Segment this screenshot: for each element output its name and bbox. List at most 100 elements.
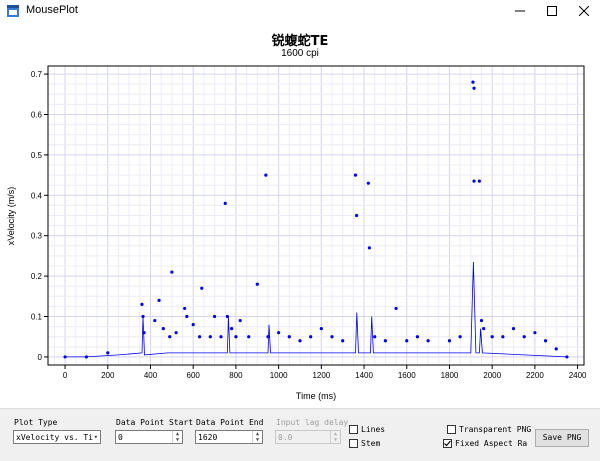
data-point [264,173,268,177]
data-point [223,201,227,205]
stem-checkbox[interactable] [349,439,358,448]
data-point [183,306,187,311]
start-input[interactable]: 0 ▲ ▼ [115,430,183,444]
data-point [225,314,229,319]
data-point [238,318,242,323]
x-tick-label: 1600 [398,371,416,380]
data-point [185,314,189,319]
end-value: 1620 [198,433,218,442]
data-point [266,335,270,339]
plot-type-select[interactable]: xVelocity vs. Ti ▾ [13,430,101,444]
plot-type-label: Plot Type [14,418,58,427]
data-point [255,282,259,286]
data-point [174,331,178,335]
data-point [383,339,388,343]
data-point [533,331,537,335]
y-tick-label: 0 [38,353,43,362]
x-tick-label: 400 [144,371,158,380]
data-point [366,181,370,185]
data-point [472,86,476,90]
data-point [565,355,569,359]
data-point [501,335,505,339]
data-point [490,335,494,339]
x-tick-label: 2000 [483,371,501,380]
axis-ticks: 0 200 400 600 800 1000 1200 1400 1600 1800 2000 220… [31,70,587,380]
stem-label: Stem [361,439,381,448]
data-point [168,335,172,339]
data-point [447,339,452,343]
lag-label: Input lag delay [276,418,349,427]
data-point [287,335,291,339]
end-label: Data Point End [196,418,264,427]
data-point [479,318,484,323]
x-tick-label: 2200 [526,371,544,380]
y-tick-label: 0.1 [31,313,43,322]
x-tick-label: 1800 [441,371,459,380]
data-point [309,335,313,339]
data-point [247,335,251,339]
y-tick-label: 0.5 [31,151,43,160]
end-input[interactable]: 1620 ▲ ▼ [195,430,263,444]
data-point [84,355,89,359]
x-tick-label: 800 [229,371,243,380]
data-point [472,179,476,183]
data-point [142,331,146,335]
data-point [426,339,430,343]
data-point [330,335,334,339]
control-panel: Plot Type xVelocity vs. Ti ▾ Data Point … [0,408,600,461]
data-point [230,327,234,331]
data-point [522,335,526,339]
data-point [208,335,212,339]
data-point [200,286,204,290]
data-point [341,339,345,343]
grid [48,66,584,365]
data-point [373,335,377,339]
start-spinner-icon[interactable]: ▲ ▼ [172,431,182,443]
fixed-aspect-checkbox[interactable] [443,439,452,448]
data-point [471,80,475,84]
data-point [219,335,223,339]
data-point [161,327,165,331]
data-point [198,335,202,339]
data-point [170,270,174,274]
x-tick-label: 1200 [312,371,330,380]
chevron-down-icon: ▾ [93,433,98,441]
data-point [234,335,238,339]
data-point [543,339,548,343]
end-spinner-icon[interactable]: ▲ ▼ [252,431,262,443]
start-value: 0 [118,433,123,442]
data-point [212,314,217,319]
data-point [141,314,145,319]
lag-value: 0.0 [278,433,293,442]
data-point [63,355,67,359]
y-tick-label: 0.4 [31,191,43,200]
data-point [354,213,359,218]
check-icon [444,440,451,447]
x-tick-label: 600 [187,371,201,380]
lag-input[interactable]: 0.0 ▲ ▼ [275,430,341,444]
transparent-png-label: Transparent PNG [459,425,532,434]
y-tick-label: 0.6 [31,110,43,119]
y-tick-label: 0.3 [31,232,43,241]
data-point [140,302,144,306]
chart: 0 200 400 600 800 1000 1200 1400 1600 1800 2000 220… [6,65,587,401]
y-tick-label: 0.7 [31,70,43,79]
data-point [319,327,323,331]
data-point [394,306,398,311]
x-axis-label: Time (ms) [296,391,336,401]
fixed-aspect-label: Fixed Aspect Rat [455,439,527,448]
data-point [405,339,409,343]
y-axis-label: xVelocity (m/s) [6,187,16,246]
transparent-png-checkbox[interactable] [447,425,456,434]
lines-checkbox[interactable] [349,425,358,434]
x-tick-label: 2400 [569,371,587,380]
data-point [458,335,462,339]
y-tick-label: 0.2 [31,272,43,281]
plot-type-value: xVelocity vs. Ti [16,433,94,442]
data-point [157,298,161,302]
save-png-button[interactable]: Save PNG [535,429,589,447]
lag-spinner-icon[interactable]: ▲ ▼ [330,431,340,443]
x-tick-label: 1000 [270,371,288,380]
x-tick-label: 200 [101,371,115,380]
data-point [277,331,281,335]
